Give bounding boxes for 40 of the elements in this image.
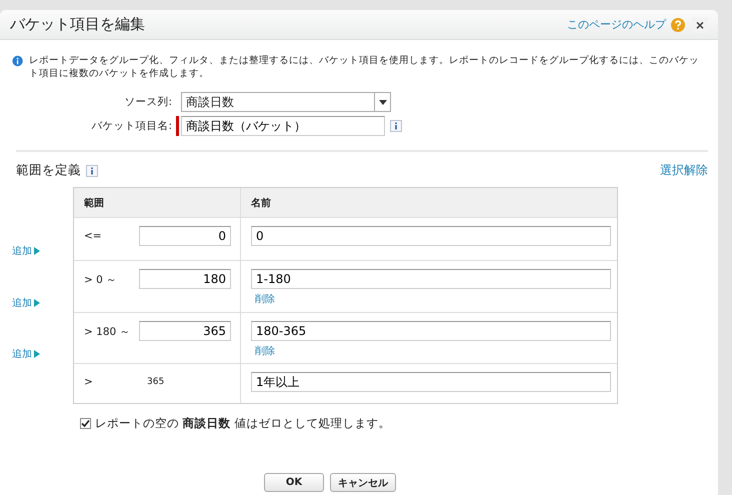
source-select[interactable]: 商談日数 <box>181 92 391 112</box>
close-button[interactable]: × <box>692 16 708 32</box>
column-header: 名前 <box>241 188 617 217</box>
add-link[interactable]: 追加 <box>12 244 40 258</box>
checkbox-label: レポートの空の 商談日数 値はゼロとして処理します。 <box>95 416 390 431</box>
triangle-icon <box>34 299 40 307</box>
bucket-name-input[interactable]: 0 <box>251 226 611 246</box>
name-label: バケット項目名: <box>90 119 173 133</box>
triangle-icon <box>34 350 40 358</box>
source-label: ソース列: <box>123 95 173 109</box>
delete-link[interactable]: 削除 <box>255 344 275 358</box>
dialog-title: バケット項目を編集 <box>10 15 146 34</box>
operator-text: > 180 ～ <box>84 325 132 339</box>
range-value-input[interactable]: 365 <box>139 321 231 341</box>
bucket-name-input[interactable]: 180-365 <box>251 321 611 341</box>
info-text: レポートデータをグループ化、フィルタ、または整理するには、バケット項目を使用します。レポートのレコードをグループ化するには、このバケット項目に複数のバケットを作成します。 <box>29 54 700 80</box>
ok-button[interactable]: OK <box>264 473 324 492</box>
operator-text: <= <box>84 229 103 242</box>
delete-link[interactable]: 削除 <box>255 292 275 306</box>
range-value-input[interactable]: 180 <box>139 269 231 289</box>
section-title: 範囲を定義 <box>16 162 81 179</box>
operator-text: > <box>84 375 94 388</box>
caret-icon <box>378 100 386 104</box>
range-value-text: 365 <box>147 376 164 387</box>
add-link[interactable]: 追加 <box>12 347 40 361</box>
bucket-name-input[interactable]: 1-180 <box>251 269 611 289</box>
operator-text: > 0 ～ <box>84 273 118 287</box>
info-icon <box>86 164 98 176</box>
info-icon <box>12 54 24 68</box>
help-link[interactable]: このページのヘルプ <box>566 17 666 32</box>
info-icon <box>390 120 402 132</box>
range-value-input[interactable]: 0 <box>139 226 231 246</box>
cancel-button[interactable]: キャンセル <box>330 473 396 492</box>
bucket-name-input[interactable]: 1年以上 <box>251 372 611 392</box>
column-header: 範囲 <box>74 188 241 217</box>
name-input[interactable]: 商談日数（バケット） <box>181 116 385 136</box>
clear-selection-link[interactable]: 選択解除 <box>660 162 708 179</box>
add-link[interactable]: 追加 <box>12 296 40 310</box>
checkbox[interactable] <box>80 418 91 429</box>
triangle-icon <box>34 247 40 255</box>
